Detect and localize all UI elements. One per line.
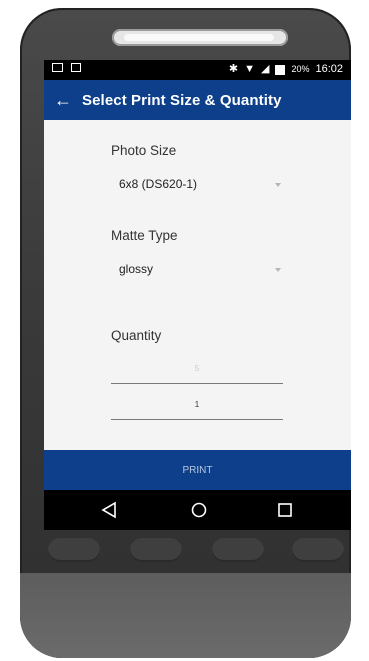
quantity-placeholder: 5 xyxy=(194,364,200,373)
dropdown-caret-icon xyxy=(275,183,281,187)
photo-size-value: 6x8 (DS620-1) xyxy=(119,177,198,191)
recents-square-icon[interactable] xyxy=(276,501,294,519)
sim-card-icon xyxy=(71,63,81,72)
back-triangle-icon[interactable] xyxy=(100,501,118,519)
battery-percent: 20% xyxy=(291,64,310,74)
app-bar: ← Select Print Size & Quantity xyxy=(44,80,351,120)
quantity-label: Quantity xyxy=(111,328,162,343)
home-circle-icon[interactable] xyxy=(190,501,208,519)
hardware-button-1 xyxy=(48,538,100,562)
wifi-icon: ▼ xyxy=(244,63,255,75)
photo-size-label: Photo Size xyxy=(111,143,177,158)
battery-icon xyxy=(275,64,286,75)
quantity-input-placeholder-field[interactable]: 5 xyxy=(111,357,283,384)
bluetooth-icon: ✱ xyxy=(228,63,239,75)
image-icon xyxy=(52,63,63,72)
status-bar: ✱ ▼ ◢ 20% 16:02 xyxy=(44,60,351,80)
hardware-button-4 xyxy=(292,538,344,562)
print-button[interactable]: PRINT xyxy=(44,450,351,490)
quantity-value: 1 xyxy=(194,400,200,409)
dropdown-caret-icon xyxy=(275,268,281,272)
arrow-left-icon[interactable]: ← xyxy=(44,90,82,111)
signal-icon: ◢ xyxy=(260,63,270,75)
matte-type-value: glossy xyxy=(119,262,154,276)
matte-type-label: Matte Type xyxy=(111,228,178,243)
phone-chin xyxy=(20,573,351,658)
clock: 16:02 xyxy=(315,63,343,75)
quantity-input[interactable]: 1 xyxy=(111,393,283,420)
hardware-button-3 xyxy=(212,538,264,562)
matte-type-select[interactable]: glossy xyxy=(111,258,287,282)
earpiece-speaker xyxy=(112,29,288,46)
page-title: Select Print Size & Quantity xyxy=(82,91,282,109)
photo-size-select[interactable]: 6x8 (DS620-1) xyxy=(111,173,287,197)
form-content: Photo Size 6x8 (DS620-1) Matte Type glos… xyxy=(44,120,351,450)
navigation-bar xyxy=(44,490,351,530)
hardware-button-2 xyxy=(130,538,182,562)
device-screen: ✱ ▼ ◢ 20% 16:02 ← Select Print Size & Qu… xyxy=(44,60,351,530)
